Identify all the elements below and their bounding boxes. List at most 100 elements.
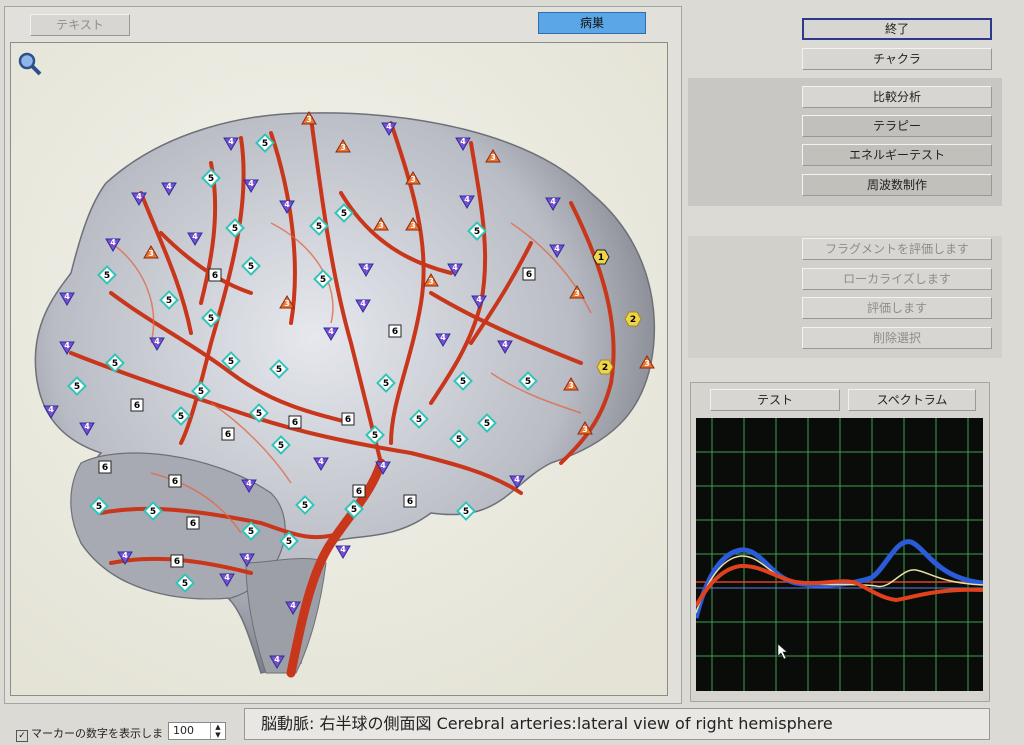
marker-6[interactable]: 6 — [98, 460, 112, 474]
svg-text:6: 6 — [212, 271, 218, 281]
show-marker-numbers-checkbox[interactable]: ✓ マーカーの数字を表示しま — [16, 725, 163, 742]
marker-6[interactable]: 6 — [403, 494, 417, 508]
svg-text:5: 5 — [74, 382, 80, 392]
svg-text:5: 5 — [383, 379, 389, 389]
marker-6[interactable]: 6 — [388, 324, 402, 338]
svg-text:3: 3 — [378, 221, 384, 230]
svg-text:6: 6 — [356, 487, 362, 497]
svg-text:4: 4 — [48, 405, 54, 414]
marker-6[interactable]: 6 — [352, 484, 366, 498]
svg-text:5: 5 — [198, 387, 204, 397]
svg-text:5: 5 — [460, 377, 466, 387]
svg-text:5: 5 — [208, 174, 214, 184]
energy-test-button[interactable]: エネルギーテスト — [802, 144, 992, 166]
marker-6[interactable]: 6 — [186, 516, 200, 530]
svg-text:4: 4 — [284, 200, 290, 209]
spinner-arrows-icon[interactable]: ▲ ▼ — [210, 723, 225, 739]
svg-text:4: 4 — [290, 601, 296, 610]
svg-text:4: 4 — [110, 238, 116, 247]
svg-text:6: 6 — [225, 430, 231, 440]
svg-text:4: 4 — [363, 263, 369, 272]
chakra-button[interactable]: チャクラ — [802, 48, 992, 70]
checkbox-label: マーカーの数字を表示しま — [31, 727, 163, 740]
tab-text[interactable]: テキスト — [30, 14, 130, 36]
frequency-button[interactable]: 周波数制作 — [802, 174, 992, 196]
marker-2[interactable]: 2 — [624, 311, 642, 327]
compare-button[interactable]: 比較分析 — [802, 86, 992, 108]
localize-button[interactable]: ローカライズします — [802, 268, 992, 290]
marker-1[interactable]: 1 — [592, 249, 610, 265]
svg-text:5: 5 — [286, 537, 292, 547]
svg-text:4: 4 — [136, 192, 142, 201]
svg-text:4: 4 — [440, 333, 446, 342]
svg-text:4: 4 — [84, 422, 90, 431]
marker-6[interactable]: 6 — [341, 412, 355, 426]
svg-text:3: 3 — [410, 221, 416, 230]
svg-text:5: 5 — [182, 579, 188, 589]
svg-text:4: 4 — [64, 341, 70, 350]
svg-text:4: 4 — [224, 573, 230, 582]
svg-text:5: 5 — [248, 527, 254, 537]
marker-6[interactable]: 6 — [221, 427, 235, 441]
marker-size-spinner[interactable]: 100 ▲ ▼ — [168, 722, 226, 740]
svg-text:3: 3 — [568, 381, 574, 390]
svg-text:4: 4 — [386, 122, 392, 131]
svg-text:4: 4 — [192, 232, 198, 241]
svg-text:4: 4 — [246, 479, 252, 488]
exit-button[interactable]: 終了 — [802, 18, 992, 40]
marker-6[interactable]: 6 — [130, 398, 144, 412]
checkbox-icon: ✓ — [16, 730, 28, 742]
svg-text:5: 5 — [416, 415, 422, 425]
svg-text:4: 4 — [274, 655, 280, 664]
svg-text:5: 5 — [166, 296, 172, 306]
svg-text:5: 5 — [278, 441, 284, 451]
svg-text:5: 5 — [341, 209, 347, 219]
svg-text:4: 4 — [554, 244, 560, 253]
svg-text:5: 5 — [262, 139, 268, 149]
svg-text:4: 4 — [550, 197, 556, 206]
svg-text:4: 4 — [248, 179, 254, 188]
svg-text:3: 3 — [574, 289, 580, 298]
svg-text:6: 6 — [190, 519, 196, 529]
tab-test[interactable]: テスト — [710, 389, 840, 411]
delete-selection-button[interactable]: 削除選択 — [802, 327, 992, 349]
svg-text:5: 5 — [302, 501, 308, 511]
svg-text:5: 5 — [484, 419, 490, 429]
marker-6[interactable]: 6 — [288, 415, 302, 429]
svg-text:5: 5 — [276, 365, 282, 375]
svg-text:4: 4 — [328, 327, 334, 336]
svg-text:5: 5 — [104, 271, 110, 281]
marker-6[interactable]: 6 — [168, 474, 182, 488]
svg-text:4: 4 — [380, 461, 386, 470]
svg-text:5: 5 — [112, 359, 118, 369]
svg-text:3: 3 — [644, 359, 650, 368]
svg-text:4: 4 — [244, 553, 250, 562]
fragment-eval-button[interactable]: フラグメントを評価します — [802, 238, 992, 260]
status-bar: 脳動脈: 右半球の側面図 Cerebral arteries:lateral v… — [244, 708, 990, 740]
svg-text:5: 5 — [474, 227, 480, 237]
brain-view[interactable]: 5 5 5 5 5 5 5 5 5 5 5 5 5 5 5 5 5 5 5 5 … — [10, 42, 668, 696]
svg-text:5: 5 — [320, 275, 326, 285]
svg-text:5: 5 — [316, 222, 322, 232]
svg-text:1: 1 — [598, 253, 604, 263]
tab-focus[interactable]: 病巣 — [538, 12, 646, 34]
marker-6[interactable]: 6 — [170, 554, 184, 568]
therapy-button[interactable]: テラピー — [802, 115, 992, 137]
waveform-graph[interactable] — [693, 418, 984, 691]
svg-text:3: 3 — [306, 115, 312, 124]
svg-text:6: 6 — [407, 497, 413, 507]
svg-text:6: 6 — [392, 327, 398, 337]
svg-text:5: 5 — [248, 262, 254, 272]
tab-spectrum[interactable]: スペクトラム — [848, 389, 976, 411]
svg-text:4: 4 — [340, 545, 346, 554]
marker-6[interactable]: 6 — [208, 268, 222, 282]
marker-2[interactable]: 2 — [596, 359, 614, 375]
svg-text:5: 5 — [228, 357, 234, 367]
evaluate-button[interactable]: 評価します — [802, 297, 992, 319]
marker-6[interactable]: 6 — [522, 267, 536, 281]
svg-text:4: 4 — [154, 337, 160, 346]
svg-text:5: 5 — [525, 377, 531, 387]
svg-text:3: 3 — [284, 299, 290, 308]
svg-text:3: 3 — [148, 249, 154, 258]
svg-text:3: 3 — [428, 277, 434, 286]
